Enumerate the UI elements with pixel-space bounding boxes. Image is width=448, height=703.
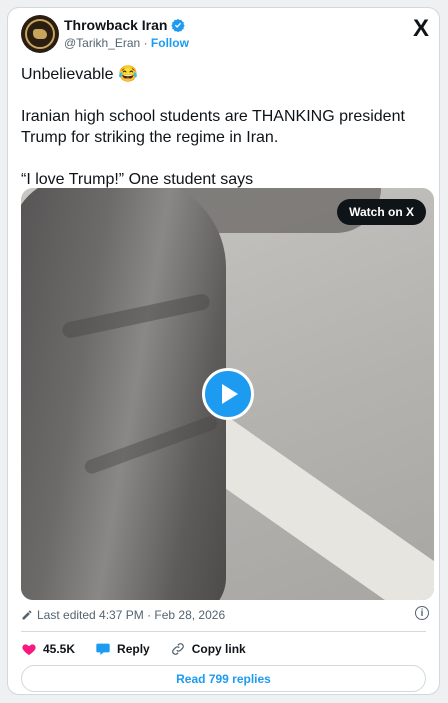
tweet-card: Throwback Iran @Tarikh_Eran · Follow X U… bbox=[7, 7, 440, 695]
reply-label: Reply bbox=[117, 642, 150, 656]
copy-link-label: Copy link bbox=[191, 642, 246, 656]
read-replies-button[interactable]: Read 799 replies bbox=[21, 665, 426, 692]
link-icon bbox=[171, 643, 184, 655]
edited-info: Last edited 4:37 PM · Feb 28, 2026 bbox=[21, 608, 225, 622]
info-icon[interactable]: i bbox=[415, 606, 429, 620]
verified-badge-icon bbox=[171, 18, 186, 32]
handle-separator: · bbox=[143, 36, 148, 50]
avatar[interactable] bbox=[21, 15, 59, 53]
x-logo-icon[interactable]: X bbox=[413, 15, 429, 43]
video-player[interactable]: Watch on X bbox=[21, 188, 434, 600]
follow-button[interactable]: Follow bbox=[151, 36, 189, 50]
divider bbox=[21, 631, 426, 632]
reply-bubble-icon bbox=[96, 643, 110, 655]
like-count: 45.5K bbox=[43, 642, 76, 656]
action-bar: 45.5K Reply Copy link bbox=[21, 641, 266, 657]
watch-on-x-button[interactable]: Watch on X bbox=[337, 199, 426, 225]
play-button[interactable] bbox=[202, 368, 254, 420]
pencil-icon bbox=[22, 610, 32, 620]
heart-icon bbox=[22, 644, 36, 655]
reply-button[interactable]: Reply bbox=[95, 641, 150, 657]
tweet-line-3: “I love Trump!” One student says bbox=[21, 171, 254, 188]
edited-timestamp[interactable]: Last edited 4:37 PM · Feb 28, 2026 bbox=[37, 608, 225, 622]
jacket bbox=[21, 188, 226, 600]
tweet-line-1: Unbelievable 😂 bbox=[21, 66, 138, 83]
copy-link-button[interactable]: Copy link bbox=[170, 641, 246, 657]
play-icon bbox=[222, 384, 238, 404]
avatar-emblem bbox=[25, 19, 55, 49]
author-name[interactable]: Throwback Iran bbox=[64, 17, 167, 33]
tweet-text: Unbelievable 😂 Iranian high school stude… bbox=[21, 64, 431, 190]
author-handle[interactable]: @Tarikh_Eran bbox=[64, 36, 140, 50]
author-name-row: Throwback Iran bbox=[64, 17, 186, 33]
author-handle-row: @Tarikh_Eran · Follow bbox=[64, 36, 189, 50]
like-button[interactable]: 45.5K bbox=[21, 641, 75, 657]
tweet-line-2: Iranian high school students are THANKIN… bbox=[21, 108, 405, 146]
